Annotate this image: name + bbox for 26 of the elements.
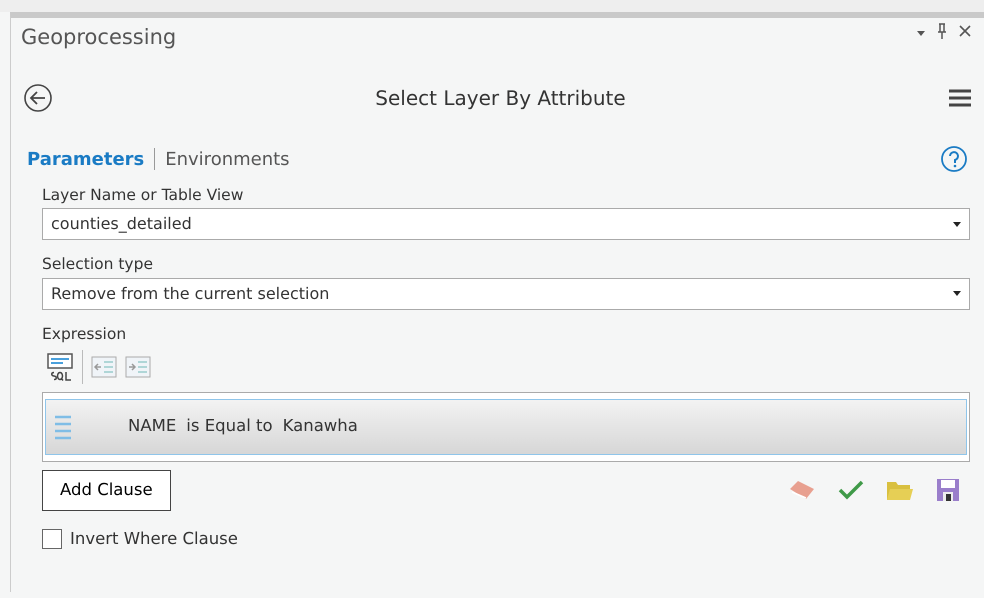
sql-icon[interactable] [46,352,74,382]
field-label: Layer Name or Table View [42,185,244,206]
outdent-icon[interactable] [91,356,117,378]
add-clause-button[interactable]: Add Clause [42,470,171,510]
indent-icon[interactable] [125,356,151,378]
tool-title: Select Layer By Attribute [375,85,626,112]
clause-field: NAME [128,414,176,440]
tab[interactable]: Environments [165,146,290,172]
checkbox-label: Invert Where Clause [70,528,238,550]
clause-row[interactable]: NAME is Equal to Kanawha [45,398,967,455]
clause-operator: is Equal to [186,415,273,438]
clause-value: Kanawha [282,415,358,438]
save-icon[interactable] [936,478,960,502]
pane-title: Geoprocessing [21,24,176,51]
invert-checkbox[interactable] [42,528,62,549]
back-icon[interactable] [23,83,53,113]
menu-icon[interactable] [948,87,972,109]
field-label: Expression [42,324,128,344]
help-icon[interactable] [940,145,968,173]
tab[interactable]: Parameters [27,146,144,172]
dropdown-field[interactable]: Remove from the current selection [42,278,970,310]
checkmark-icon[interactable] [838,480,864,500]
dropdown-field[interactable]: counties_detailed [42,208,970,240]
field-label: Selection type [42,254,154,276]
pin-icon[interactable] [936,22,948,42]
drag-handle-icon[interactable] [54,414,72,440]
